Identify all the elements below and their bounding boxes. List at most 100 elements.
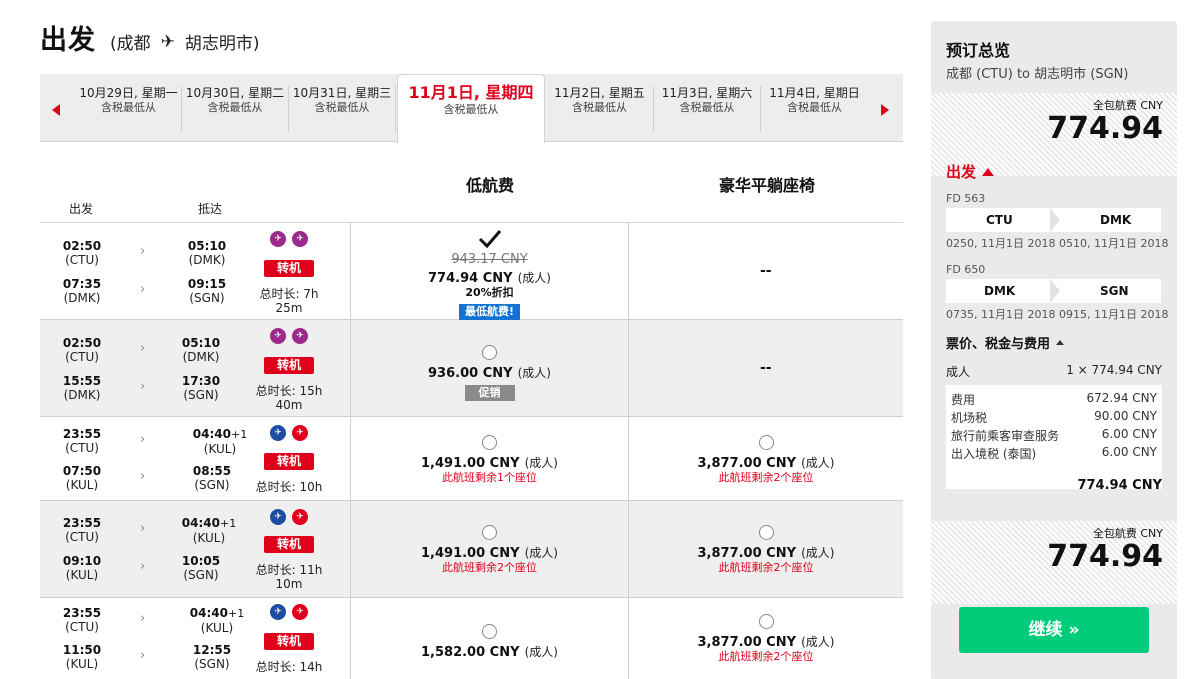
low-fare-option[interactable]: 1,491.00 CNY (成人) 此航班剩余1个座位: [351, 435, 628, 485]
original-price: 943.17 CNY: [451, 252, 528, 267]
segment-route-bar: CTU DMK: [946, 208, 1161, 232]
departure-time: 02:50: [62, 336, 102, 350]
segment-origin: CTU: [986, 213, 1013, 227]
total-duration: 总时长: 11h 10m: [252, 563, 326, 591]
date-tab-nov1-selected[interactable]: 11月1日, 星期四 含税最低从: [397, 74, 545, 143]
fee-value: 90.00 CNY: [1094, 409, 1157, 423]
departure-airport: (KUL): [65, 568, 99, 582]
arrival-airport: (SGN): [189, 291, 225, 305]
fare-price: 1,582.00 CNY: [421, 645, 520, 660]
low-fare-option[interactable]: 1,491.00 CNY (成人) 此航班剩余2个座位: [351, 525, 628, 575]
prev-dates-arrow-icon[interactable]: [52, 104, 60, 116]
flight-number: FD 563: [946, 192, 986, 205]
low-fare-option[interactable]: 1,582.00 CNY (成人): [351, 624, 628, 660]
fare-price: 1,491.00 CNY: [421, 546, 520, 561]
flight-row[interactable]: 23:55 (CTU) › 04:40+1 (KUL) 09:10 (KUL) …: [40, 501, 903, 598]
chevron-right-icon: ›: [140, 521, 146, 536]
next-day-marker: +1: [219, 517, 237, 530]
premium-fare-option[interactable]: 3,877.00 CNY (成人) 此航班剩余2个座位: [629, 525, 903, 575]
fare-radio[interactable]: [758, 525, 774, 540]
premium-fare-option[interactable]: 3,877.00 CNY (成人) 此航班剩余2个座位: [629, 435, 903, 485]
booking-summary-panel: 预订总览 成都 (CTU) to 胡志明市 (SGN) 全包航费 CNY 774…: [931, 21, 1177, 679]
departure-time: 07:35: [62, 277, 102, 291]
departure-airport: (CTU): [65, 441, 99, 455]
low-fare-option-selected[interactable]: 943.17 CNY 774.94 CNY (成人) 20%折扣 最低航费!: [351, 229, 628, 320]
fare-radio[interactable]: [482, 435, 497, 450]
flight-row[interactable]: 23:55 (CTU) › 04:40+1 (KUL) 11:50 (KUL) …: [40, 598, 903, 679]
passenger-type: (成人): [801, 635, 835, 649]
segment-arrow-icon: [1050, 208, 1060, 232]
route-summary: (成都 ✈ 胡志明市): [110, 29, 260, 55]
arrival-airport: (SGN): [194, 657, 230, 671]
airline-logos: ✈ ✈: [270, 509, 308, 525]
seg1-departure: 23:55 (CTU): [52, 516, 112, 544]
date-tab-oct30[interactable]: 10月30日, 星期二 含税最低从: [182, 86, 289, 132]
next-day-marker: +1: [230, 428, 248, 441]
arrival-time: 17:30: [181, 374, 221, 388]
transfer-badge: 转机: [264, 260, 314, 277]
fare-radio[interactable]: [482, 624, 497, 639]
seg2-arrival: 10:05 (SGN): [171, 554, 231, 582]
fee-row: 机场税 90.00 CNY: [951, 409, 1157, 426]
total-duration: 总时长: 7h 25m: [254, 287, 324, 315]
seg1-departure: 02:50 (CTU): [52, 336, 112, 364]
passenger-type: (成人): [517, 271, 551, 285]
premium-fare-option[interactable]: 3,877.00 CNY (成人) 此航班剩余2个座位: [629, 614, 903, 664]
page-header: 出发 (成都 ✈ 胡志明市): [40, 18, 260, 57]
fare-price: 3,877.00 CNY: [697, 635, 797, 650]
total-fare-value: 774.94: [1047, 539, 1163, 574]
airline-logos: ✈ ✈: [270, 231, 308, 247]
date-label: 10月31日, 星期三: [292, 86, 392, 100]
segment-origin: DMK: [984, 284, 1016, 298]
departure-time: 23:55: [62, 606, 102, 620]
fare-radio[interactable]: [758, 614, 774, 629]
seg2-departure: 09:10 (KUL): [52, 554, 112, 582]
airline-plane-icon: ✈: [270, 509, 286, 525]
seg2-departure: 07:50 (KUL): [52, 464, 112, 492]
departure-airport: (DMK): [63, 291, 101, 305]
seats-left-warning: 此航班剩余2个座位: [442, 561, 537, 574]
date-tab-nov4[interactable]: 11月4日, 星期日 含税最低从: [761, 86, 868, 132]
chevron-right-icon: ›: [140, 379, 146, 394]
fare-radio[interactable]: [482, 525, 497, 540]
fee-value: 672.94 CNY: [1086, 391, 1158, 405]
seg1-arrival: 04:40+1 (KUL): [185, 427, 255, 456]
departure-airport: (CTU): [65, 253, 99, 267]
date-tab-oct29[interactable]: 10月29日, 星期一 含税最低从: [76, 86, 182, 132]
low-fare-column-header: 低航费: [466, 176, 515, 195]
date-label: 10月30日, 星期二: [185, 86, 285, 100]
arrival-airport: (KUL): [200, 621, 234, 635]
flight-row[interactable]: 02:50 (CTU) › 05:10 (DMK) 07:35 (DMK) › …: [40, 223, 903, 320]
flight-row[interactable]: 23:55 (CTU) › 04:40+1 (KUL) 07:50 (KUL) …: [40, 417, 903, 501]
fee-label: 费用: [951, 393, 976, 407]
column-divider: [628, 320, 629, 416]
fee-value: 6.00 CNY: [1101, 427, 1157, 441]
seg1-arrival: 05:10 (DMK): [171, 336, 231, 364]
transfer-badge: 转机: [264, 633, 314, 650]
destination-city: 胡志明市): [184, 34, 260, 54]
duration-hours: 总时长: 7h: [259, 287, 319, 301]
low-fare-option[interactable]: 936.00 CNY (成人) 促销: [351, 345, 628, 401]
flight-row[interactable]: 02:50 (CTU) › 05:10 (DMK) 15:55 (DMK) › …: [40, 320, 903, 417]
fare-radio[interactable]: [758, 435, 774, 450]
continue-button[interactable]: 继续 »: [959, 607, 1149, 653]
departure-airport: (CTU): [65, 620, 99, 634]
fare-radio[interactable]: [482, 345, 497, 360]
departure-time: 07:50: [62, 464, 102, 478]
fee-row: 旅行前乘客审查服务 6.00 CNY: [951, 427, 1157, 444]
date-tab-nov3[interactable]: 11月3日, 星期六 含税最低从: [654, 86, 761, 132]
departure-section-toggle[interactable]: 出发: [946, 161, 995, 182]
promo-badge: 促销: [464, 385, 515, 401]
date-sub-label: 含税最低从: [572, 101, 627, 114]
next-dates-arrow-icon[interactable]: [881, 104, 889, 116]
fees-total: 774.94 CNY: [1077, 478, 1162, 493]
passenger-type: (成人): [801, 456, 835, 470]
fees-section-toggle[interactable]: 票价、税金与费用: [946, 333, 1065, 352]
chevron-right-icon: ›: [140, 432, 146, 447]
fee-row: 费用 672.94 CNY: [951, 391, 1157, 408]
plane-icon: ✈: [160, 31, 175, 52]
fee-label: 出入境税 (泰国): [951, 447, 1037, 461]
arrival-airport: (DMK): [182, 350, 220, 364]
date-tab-nov2[interactable]: 11月2日, 星期五 含税最低从: [546, 86, 654, 132]
date-tab-oct31[interactable]: 10月31日, 星期三 含税最低从: [289, 86, 396, 132]
